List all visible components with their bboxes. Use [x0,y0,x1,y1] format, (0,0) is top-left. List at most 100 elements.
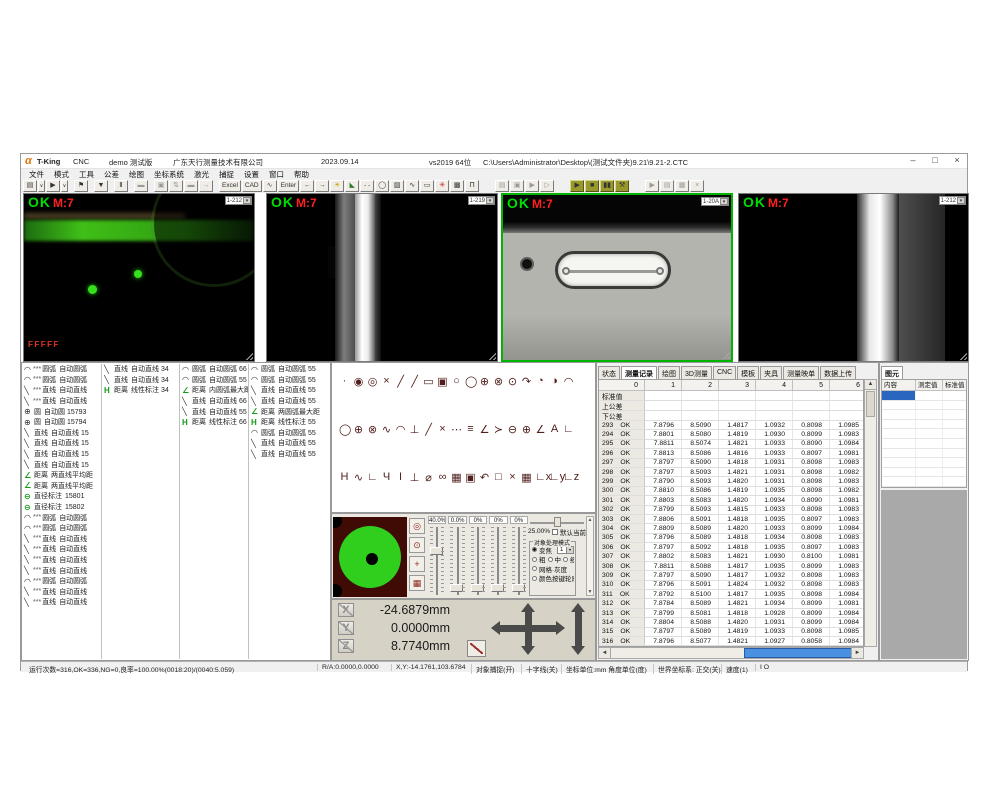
camera3-exposure-combo[interactable]: 1-20A▾ [701,197,729,206]
list-item[interactable]: ╲***直线自动直线 [22,586,101,597]
table-row[interactable] [882,477,966,487]
toolbar-button[interactable]: ▭ [420,180,434,192]
toolbar-button[interactable]: ▶ [46,180,60,192]
results-tab[interactable]: CNC [713,366,736,379]
status-item[interactable]: 十字线(关) [521,664,558,674]
table-row[interactable]: 310OK 7.87968.50911.48241.09320.80981.09… [599,581,863,590]
tool-icon[interactable]: ↷ [521,375,532,388]
table-row[interactable] [882,391,966,401]
tool-icon[interactable]: ⊕ [521,423,532,436]
light-channel-slider[interactable]: 0% [468,516,488,598]
element-table[interactable]: 内容测定值标准值 [881,379,967,488]
tool-icon[interactable]: ▣ [437,375,448,388]
table-row[interactable]: 标准值 [599,391,863,401]
table-row[interactable]: 302OK 7.87998.50931.48151.09330.80981.09… [599,506,863,515]
toolbar-button[interactable]: Enter [278,180,300,192]
tool-icon[interactable]: ◎ [367,375,378,388]
menu-item[interactable]: 帮助 [289,169,314,180]
toolbar-button[interactable] [69,180,73,192]
tool-icon[interactable]: · [339,375,350,388]
toolbar-button[interactable]: → [315,180,329,192]
table-row[interactable]: 312OK 7.87848.50891.48211.09340.80991.09… [599,599,863,608]
toolbar-button[interactable]: Π [465,180,479,192]
toolbar-button[interactable]: ◣ [345,180,359,192]
toolbar-button[interactable]: ∨ [61,180,68,192]
tool-icon[interactable]: ○ [451,375,462,388]
table-row[interactable]: 306OK 7.87978.50921.48181.09350.80971.09… [599,543,863,552]
status-item[interactable]: R/A:0.0000,0.0000 [317,664,379,671]
toolbar-button[interactable]: ▼ [94,180,108,192]
x-axis-icon[interactable]: X [338,603,354,617]
slider-thumb[interactable] [430,547,443,555]
status-item[interactable]: 世界坐标系: 正交(关) [653,664,721,674]
toolbar-button[interactable] [129,180,133,192]
table-row[interactable]: 314OK 7.88048.50881.48201.09310.80991.09… [599,618,863,627]
tool-icon[interactable]: ◑ [549,375,560,388]
table-row[interactable]: 295OK 7.88118.50741.48211.09330.80901.09… [599,440,863,449]
toolbar-button[interactable]: Excel [219,180,241,192]
vertical-scrollbar[interactable]: ▲ [864,379,877,647]
results-tab[interactable]: 测量映单 [783,366,819,379]
tool-icon[interactable]: ⊕ [353,423,364,436]
tool-icon[interactable]: ▣ [465,471,476,484]
close-button[interactable]: × [951,155,963,165]
table-row[interactable]: 308OK 7.88118.50881.48171.09350.80991.09… [599,562,863,571]
list-item[interactable]: ◠***圆弧自动圆弧 [22,576,101,587]
menu-item[interactable]: 窗口 [264,169,289,180]
tool-icon[interactable]: ⊖ [507,423,518,436]
tool-icon[interactable]: ╱ [409,375,420,388]
list-item[interactable]: H距离线性标注 66 [180,417,248,428]
list-item[interactable]: ╲***直线自动直线 [22,534,101,545]
tool-icon[interactable]: ◯ [465,375,476,388]
light-channel-slider[interactable]: 0% [488,516,508,598]
toolbar-button[interactable]: ☀ [330,180,344,192]
toolbar-button[interactable]: ■ [585,180,599,192]
tool-icon[interactable]: ≡ [465,423,476,436]
tool-icon[interactable]: ∟y [549,471,560,484]
tool-icon[interactable]: ▦ [521,471,532,484]
list-item[interactable]: ╲***直线自动直线 [22,544,101,555]
y-axis-icon[interactable]: Y [338,621,354,635]
slider-thumb[interactable] [491,584,504,592]
scroll-up-icon[interactable]: ▲ [587,517,593,523]
menu-item[interactable]: 捕捉 [214,169,239,180]
list-item[interactable]: ╲***直线自动直线 [22,597,101,608]
table-row[interactable]: 307OK 7.88028.50831.48211.09300.81001.09… [599,552,863,561]
resize-grip-icon[interactable] [486,350,496,360]
tool-icon[interactable]: □ [493,471,504,484]
tool-icon[interactable]: ╱ [423,423,434,436]
tool-icon[interactable]: ◯ [339,423,350,436]
scrollbar-thumb[interactable] [866,391,875,417]
toolbar-button[interactable]: ▣ [154,180,168,192]
list-item[interactable]: ◠***圆弧自动圆弧 [22,364,101,375]
toolbar-button[interactable] [630,180,644,192]
table-row[interactable]: 313OK 7.87998.50811.48181.09280.80991.09… [599,609,863,618]
toolbar-button[interactable]: ⇅ [169,180,183,192]
tool-icon[interactable]: ◔ [535,375,546,388]
table-row[interactable]: 305OK 7.87968.50891.48181.09340.80981.09… [599,534,863,543]
list-item[interactable]: ╲***直线自动直线 [22,555,101,566]
scroll-down-icon[interactable]: ▼ [587,589,593,595]
table-row[interactable]: 293OK 7.87968.50901.48171.09320.80981.09… [599,421,863,430]
menu-item[interactable]: 坐标系统 [149,169,189,180]
slider-thumb[interactable] [554,517,561,527]
table-row[interactable]: 301OK 7.88038.50831.48201.09340.80901.09… [599,496,863,505]
camera2-exposure-combo[interactable]: 1-219▾ [468,196,495,205]
toolbar-button[interactable]: ▬ [184,180,198,192]
tool-icon[interactable]: ∟x [535,471,546,484]
list-item[interactable]: ╲***直线自动直线 [22,396,101,407]
tool-icon[interactable]: ⊥ [409,423,420,436]
light-channel-slider[interactable]: 0.0% [447,516,467,598]
scroll-up-icon[interactable]: ▲ [865,380,876,390]
toolbar-button[interactable]: ▩ [450,180,464,192]
radio-zoom[interactable] [532,547,537,552]
toolbar-button[interactable]: ▶ [525,180,539,192]
status-item[interactable]: 运行次数=316,OK=336,NG=0,良率=100.00%(0018:20)… [25,664,234,674]
tool-icon[interactable]: Ч [381,471,392,484]
tool-icon[interactable]: ▦ [451,471,462,484]
xy-jog-arrows-icon[interactable] [525,612,532,646]
list-item[interactable]: ╲直线自动直线 55 [249,438,331,449]
radio-coarse[interactable] [532,557,537,562]
camera-view-3-selected[interactable]: OKM:7 1-20A▾ [501,193,733,362]
toolbar-button[interactable] [214,180,218,192]
